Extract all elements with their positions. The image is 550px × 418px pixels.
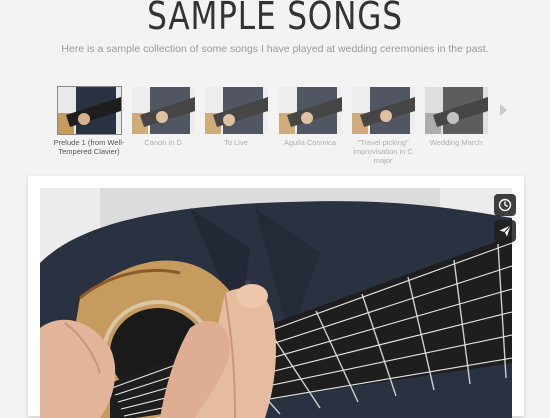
share-button[interactable] — [494, 220, 516, 242]
video-player — [28, 176, 524, 418]
song-thumbnail-to-live[interactable] — [205, 87, 268, 134]
song-title-canon-in-d[interactable]: Canon in D — [125, 138, 201, 147]
guitar-thumbnail-image — [58, 87, 121, 134]
song-thumbnail-travel-picking[interactable] — [352, 87, 415, 134]
video-content[interactable] — [40, 188, 512, 418]
guitar-performance-image — [40, 188, 512, 418]
song-thumbnail-aguila-cosmica[interactable] — [279, 87, 342, 134]
song-title-prelude-1[interactable]: Prelude 1 (from Well-Tempered Clavier) — [51, 138, 127, 156]
song-playlist: Prelude 1 (from Well-Tempered Clavier) C… — [0, 0, 550, 175]
song-title-wedding-march[interactable]: Wedding March — [418, 138, 494, 147]
paper-plane-icon — [499, 225, 511, 237]
song-thumbnail-prelude-1[interactable] — [58, 87, 121, 134]
chevron-right-icon[interactable] — [500, 104, 507, 116]
song-title-to-live[interactable]: To Live — [198, 138, 274, 147]
clock-icon — [498, 198, 512, 212]
song-thumbnail-wedding-march[interactable] — [425, 87, 488, 134]
song-title-aguila-cosmica[interactable]: Aguila Cosmica — [272, 138, 348, 147]
watch-later-button[interactable] — [494, 194, 516, 216]
song-title-travel-picking[interactable]: "Travel picking" improvisation in C majo… — [345, 138, 421, 165]
song-thumbnail-canon-in-d[interactable] — [132, 87, 195, 134]
